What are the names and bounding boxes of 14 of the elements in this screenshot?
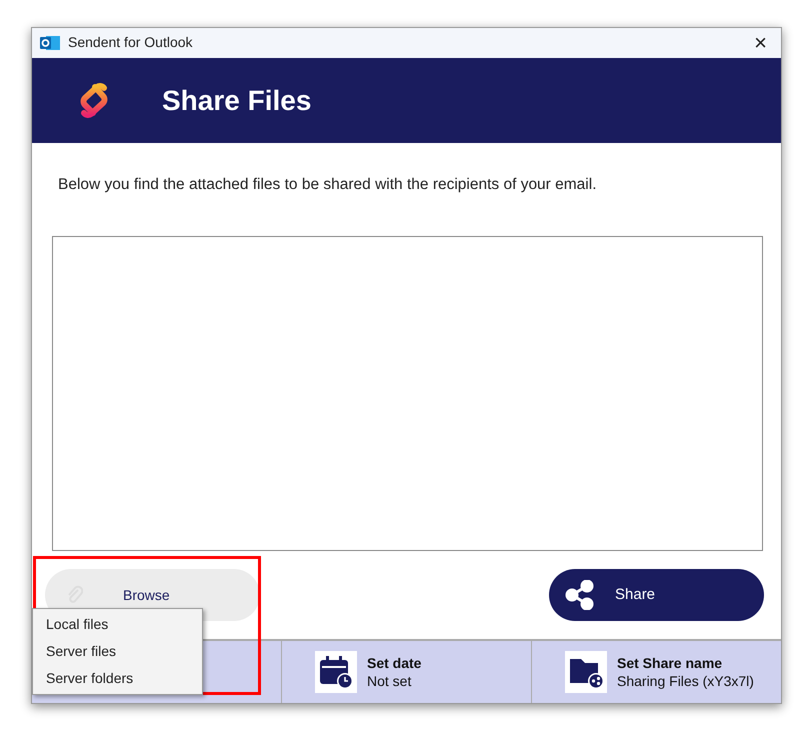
description-text: Below you find the attached files to be shared with the recipients of your email. bbox=[58, 175, 598, 196]
header-title: Share Files bbox=[162, 84, 312, 118]
menu-item[interactable]: Server folders bbox=[33, 665, 202, 692]
setting-value: Not set bbox=[367, 672, 412, 690]
close-button[interactable]: × bbox=[748, 32, 773, 54]
setting-title: Set Share name bbox=[617, 654, 724, 672]
setting-title: Set date bbox=[367, 654, 422, 672]
menu-item[interactable]: Server files bbox=[33, 638, 202, 665]
share-icon bbox=[565, 580, 595, 610]
app-icon bbox=[40, 34, 60, 52]
setting-value: Sharing Files (xY3x7l) bbox=[617, 672, 754, 690]
window-title: Sendent for Outlook bbox=[68, 33, 193, 52]
file-list[interactable] bbox=[52, 236, 763, 552]
share-button[interactable]: Share bbox=[549, 569, 764, 622]
